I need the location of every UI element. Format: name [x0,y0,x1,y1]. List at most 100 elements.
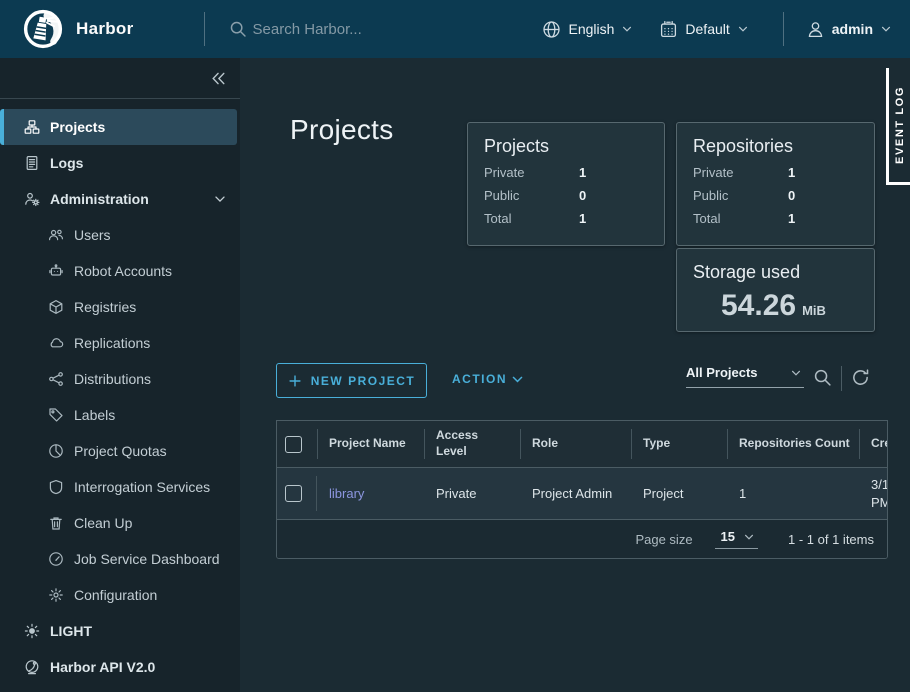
sidebar-item-replications[interactable]: Replications [0,325,240,361]
brand-title: Harbor [76,19,134,39]
repositories-summary-card: Repositories Private 1 Public 0 Total 1 [676,122,875,246]
sidebar-item-label: Replications [74,335,150,351]
sidebar-item-robot-accounts[interactable]: Robot Accounts [0,253,240,289]
sidebar-item-users[interactable]: Users [0,217,240,253]
table-footer: Page size 15 1 - 1 of 1 items [277,520,887,558]
language-dropdown[interactable]: English [542,20,633,39]
column-header-project-name: Project Name [317,421,424,467]
storage-value: 54.26 MiB [693,289,858,323]
administration-icon [24,191,40,207]
main-content: Projects Projects Private 1 Public 0 Tot… [240,58,910,692]
sidebar-item-project-quotas[interactable]: Project Quotas [0,433,240,469]
theme-dropdown[interactable]: Default [659,20,748,39]
header-checkbox-cell [277,421,317,467]
sidebar-item-interrogation-services[interactable]: Interrogation Services [0,469,240,505]
access-level-cell: Private [424,468,520,519]
sidebar-item-harbor-api[interactable]: Harbor API V2.0 [0,649,240,685]
sidebar-item-logs[interactable]: Logs [0,145,240,181]
sidebar-item-registries[interactable]: Registries [0,289,240,325]
stat-row: Total 1 [484,211,648,226]
cloud-icon [48,335,64,351]
projects-icon [24,119,40,135]
page-size-label: Page size [635,532,692,547]
action-label: ACTION [452,372,507,386]
sidebar-item-label: LIGHT [50,623,92,639]
theme-icon [659,20,678,39]
stat-label: Private [693,165,788,180]
action-dropdown[interactable]: ACTION [452,372,524,386]
globe-icon [542,20,561,39]
user-menu[interactable]: admin [806,20,892,39]
stat-label: Total [693,211,788,226]
refresh-button[interactable] [851,368,870,387]
projects-summary-card: Projects Private 1 Public 0 Total 1 [467,122,665,246]
column-header-type: Type [631,421,727,467]
robot-icon [48,263,64,279]
select-all-checkbox[interactable] [285,436,302,453]
sidebar-item-projects[interactable]: Projects [0,109,237,145]
home-link[interactable]: Harbor [22,8,134,50]
stat-value: 0 [579,188,586,203]
new-project-button[interactable]: NEW PROJECT [276,363,427,398]
project-filter-group: All Projects [686,365,870,391]
tag-icon [48,407,64,423]
sidebar-item-labels[interactable]: Labels [0,397,240,433]
stat-row: Public 0 [693,188,858,203]
creation-time-cell: 3/1 PM [859,468,888,519]
sidebar-item-configuration[interactable]: Configuration [0,577,240,613]
user-icon [806,20,825,39]
header-actions: English Default [542,12,910,46]
sidebar-item-theme-light[interactable]: LIGHT [0,613,240,649]
project-scope-select[interactable]: All Projects [686,365,804,388]
sidebar-item-distributions[interactable]: Distributions [0,361,240,397]
plus-icon [288,374,302,388]
projects-table: Project Name Access Level Role Type Repo… [276,420,888,559]
card-title: Storage used [693,262,858,283]
row-checkbox[interactable] [285,485,302,502]
cube-icon [48,299,64,315]
search-input[interactable] [253,21,483,38]
page-size-select[interactable]: 15 [715,529,758,549]
chevron-down-icon [880,23,892,35]
event-log-label: EVENT LOG [894,86,906,164]
harbor-logo-icon [22,8,64,50]
sidebar-item-label: Labels [74,407,115,423]
double-chevron-left-icon [210,70,227,87]
chevron-down-icon [790,367,802,379]
sun-icon [24,623,40,639]
pie-chart-icon [48,443,64,459]
card-title: Projects [484,136,648,157]
column-header-creation-time: Cre [859,421,888,467]
stat-label: Private [484,165,579,180]
theme-label: Default [685,21,729,37]
project-link[interactable]: library [329,486,364,501]
stat-row: Public 0 [484,188,648,203]
stat-row: Private 1 [693,165,858,180]
repositories-count-cell: 1 [727,468,859,519]
language-label: English [568,21,614,37]
project-scope-value: All Projects [686,365,758,380]
type-cell: Project [631,468,727,519]
harbor-app: Harbor English [0,0,910,692]
header-divider [783,12,784,46]
sidebar-item-label: Job Service Dashboard [74,551,220,567]
event-log-tab[interactable]: EVENT LOG [886,68,910,185]
shield-icon [48,479,64,495]
sidebar-item-label: Interrogation Services [74,479,210,495]
api-docs-icon [24,659,40,675]
sidebar-item-label: Projects [50,119,105,135]
stat-value: 1 [579,165,586,180]
sidebar-item-job-service-dashboard[interactable]: Job Service Dashboard [0,541,240,577]
header-divider [204,12,205,46]
sidebar-collapse-button[interactable] [0,58,240,99]
stat-value: 0 [788,188,795,203]
users-icon [48,227,64,243]
search-icon [229,20,247,38]
storage-unit: MiB [802,303,826,318]
card-title: Repositories [693,136,858,157]
storage-amount: 54.26 [721,289,796,323]
filter-search-button[interactable] [813,368,832,387]
filter-divider [841,366,842,391]
sidebar-item-administration[interactable]: Administration [0,181,240,217]
sidebar-item-clean-up[interactable]: Clean Up [0,505,240,541]
